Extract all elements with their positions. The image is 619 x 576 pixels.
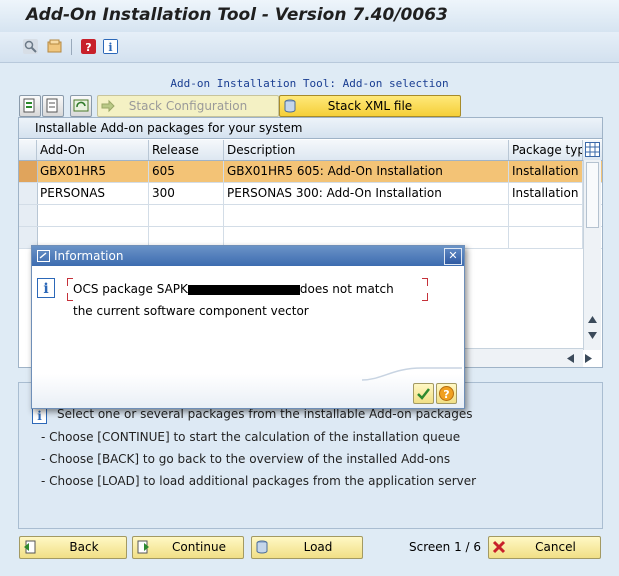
help-button[interactable]: ? <box>436 383 457 404</box>
svg-text:i: i <box>43 281 48 297</box>
instruction-line: Select one or several packages from the … <box>57 407 473 421</box>
search-icon[interactable] <box>23 39 38 54</box>
focus-corner <box>422 278 428 286</box>
table-row-empty[interactable] <box>19 205 602 227</box>
cell-release: 605 <box>149 161 224 182</box>
window-title: Add-On Installation Tool - Version 7.40/… <box>26 5 448 25</box>
cell-empty <box>149 205 224 226</box>
application-toolbar: ? i <box>0 32 619 63</box>
column-header-package-type[interactable]: Package type <box>509 140 583 160</box>
continue-button[interactable]: Continue <box>132 536 244 559</box>
instruction-line: - Choose [BACK] to go back to the overvi… <box>41 452 451 466</box>
table-row[interactable]: GBX01HR5 605 GBX01HR5 605: Add-On Instal… <box>19 161 602 183</box>
table-row[interactable]: PERSONAS 300 PERSONAS 300: Add-On Instal… <box>19 183 602 205</box>
column-header-description[interactable]: Description <box>224 140 509 160</box>
deselect-all-icon <box>46 98 58 113</box>
dialog-window-icon <box>37 250 50 262</box>
scroll-down-icon[interactable] <box>588 332 597 339</box>
dialog-swoosh <box>362 367 462 381</box>
check-icon <box>417 388 430 400</box>
info-icon[interactable]: i <box>103 39 118 54</box>
stack-configuration-button[interactable]: Stack Configuration <box>97 95 279 117</box>
close-icon[interactable]: ✕ <box>444 248 462 265</box>
message-suffix: does not match <box>299 282 394 296</box>
back-icon <box>24 540 36 554</box>
cell-empty <box>509 227 583 248</box>
cell-package-type: Installation <box>509 183 583 204</box>
scroll-up-icon[interactable] <box>588 316 597 323</box>
instruction-line: - Choose [LOAD] to load additional packa… <box>41 474 477 488</box>
cancel-button[interactable]: Cancel <box>488 536 601 559</box>
screen-counter: Screen 1 / 6 <box>409 540 482 554</box>
help-icon: ? <box>439 386 454 401</box>
info-icon: i <box>32 407 47 424</box>
cell-description: GBX01HR5 605: Add-On Installation <box>224 161 509 182</box>
confirm-button[interactable] <box>413 383 434 404</box>
table-header: Add-On Release Description Package type <box>19 140 602 161</box>
cell-addon: PERSONAS <box>37 183 149 204</box>
settings-icon[interactable] <box>47 39 62 54</box>
row-selector-header[interactable] <box>19 140 37 160</box>
cell-empty <box>509 205 583 226</box>
database-icon <box>256 540 268 554</box>
svg-text:?: ? <box>443 388 449 401</box>
instruction-line: - Choose [CONTINUE] to start the calcula… <box>41 430 461 444</box>
row-selector[interactable] <box>19 183 38 204</box>
dialog-title: Information <box>54 249 124 263</box>
table-caption: Installable Add-on packages for your sys… <box>19 118 602 139</box>
cell-release: 300 <box>149 183 224 204</box>
cell-empty <box>224 205 509 226</box>
refresh-button[interactable] <box>70 95 92 117</box>
cell-empty <box>37 205 149 226</box>
svg-text:i: i <box>108 41 112 54</box>
dialog-footer: ? <box>32 367 464 408</box>
row-selector[interactable] <box>19 161 38 182</box>
stack-xml-file-button[interactable]: Stack XML file <box>279 95 461 117</box>
stack-configuration-label: Stack Configuration <box>128 99 248 113</box>
focus-corner <box>422 293 428 301</box>
information-dialog: Information ✕ i OCS package SAPK does not… <box>31 245 465 409</box>
dialog-message-line2: the current software component vector <box>73 304 309 318</box>
select-all-button[interactable] <box>19 95 41 117</box>
cancel-label: Cancel <box>535 540 576 554</box>
svg-text:?: ? <box>85 41 91 54</box>
back-button[interactable]: Back <box>19 536 127 559</box>
cell-description: PERSONAS 300: Add-On Installation <box>224 183 509 204</box>
scroll-left-icon[interactable] <box>567 354 574 363</box>
svg-text:i: i <box>37 409 42 423</box>
dialog-message-line1: OCS package SAPK does not match <box>73 282 394 296</box>
toolbar-separator <box>71 39 72 55</box>
continue-label: Continue <box>172 540 226 554</box>
redacted-block <box>187 284 300 295</box>
stack-xml-file-label: Stack XML file <box>327 99 413 113</box>
cancel-icon <box>492 540 506 554</box>
help-icon[interactable]: ? <box>81 39 96 54</box>
load-label: Load <box>303 540 333 554</box>
refresh-icon <box>73 99 89 112</box>
scroll-thumb[interactable] <box>586 162 599 228</box>
row-selector[interactable] <box>19 205 38 226</box>
column-header-addon[interactable]: Add-On <box>37 140 149 160</box>
back-label: Back <box>69 540 99 554</box>
cell-package-type: Installation <box>509 161 583 182</box>
window-titlebar: Add-On Installation Tool - Version 7.40/… <box>0 0 619 32</box>
load-button[interactable]: Load <box>251 536 363 559</box>
continue-icon <box>137 540 149 554</box>
deselect-all-button[interactable] <box>42 95 64 117</box>
scroll-right-icon[interactable] <box>585 354 592 363</box>
column-settings-icon[interactable] <box>585 142 600 157</box>
column-header-release[interactable]: Release <box>149 140 224 160</box>
arrow-right-icon <box>101 99 115 113</box>
cell-addon: GBX01HR5 <box>37 161 149 182</box>
select-all-icon <box>23 98 35 113</box>
vertical-scrollbar[interactable] <box>583 160 601 350</box>
screen-title: Add-on Installation Tool: Add-on selecti… <box>170 77 449 90</box>
dialog-titlebar[interactable]: Information ✕ <box>32 246 464 266</box>
info-icon: i <box>37 278 55 298</box>
message-prefix: OCS package SAPK <box>73 282 188 296</box>
database-icon <box>284 99 296 113</box>
